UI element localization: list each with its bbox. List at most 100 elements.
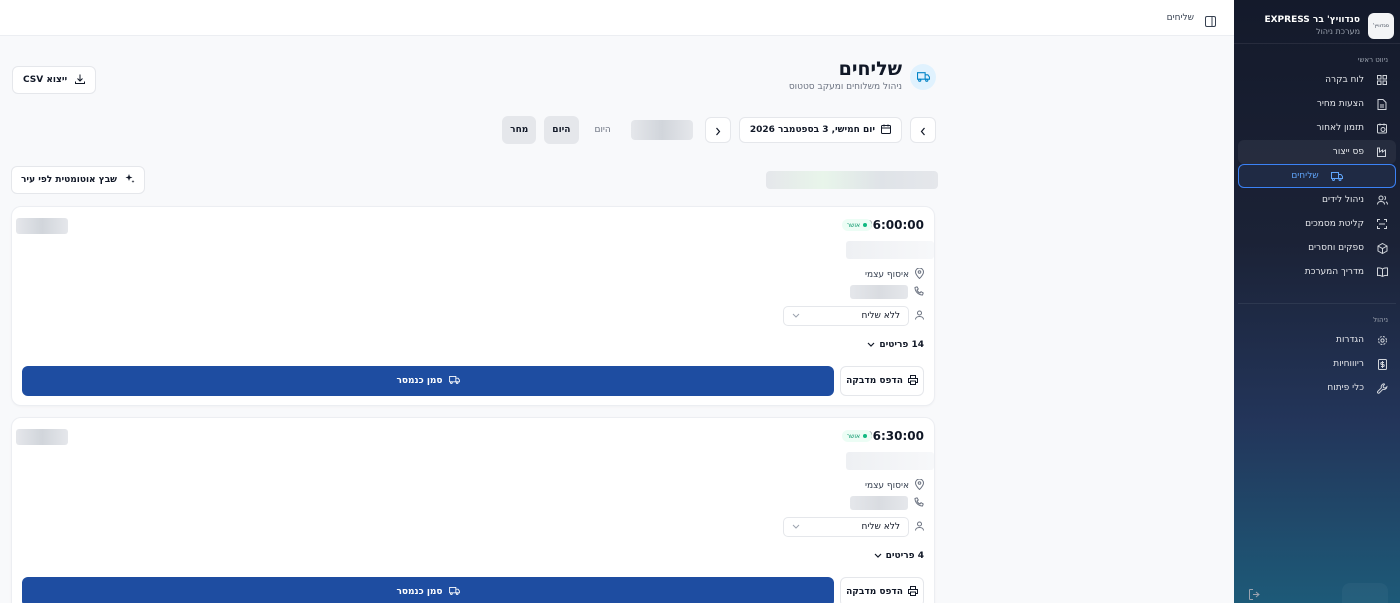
chevron-down-icon [792, 522, 800, 532]
sidebar-item-quotes[interactable]: הצעות מחיר [1238, 92, 1396, 116]
pickup-row: איסוף עצמי [865, 267, 925, 282]
print-label-button[interactable]: הדפס מדבקה [840, 366, 924, 396]
items-count: 14 פריטים [879, 340, 924, 350]
courier-value: ללא שליח [861, 522, 901, 532]
auto-assign-label: שבץ אוטומטית לפי עיר [21, 175, 118, 185]
main-content: שליחים שליחים ניהול משלוחים ומעקב סטטוס … [0, 0, 1234, 603]
items-toggle[interactable]: 14 פריטים [867, 340, 924, 350]
sidebar-item-production-line[interactable]: פס ייצור [1238, 140, 1396, 164]
print-label-text: הדפס מדבקה [846, 587, 903, 597]
breadcrumb: שליחים [1166, 12, 1194, 23]
calendar-icon [881, 124, 891, 137]
mark-delivered-text: סמן כנמסר [396, 376, 443, 386]
courier-row: ללא שליח [783, 306, 924, 326]
sparkles-icon [125, 173, 135, 187]
items-toggle[interactable]: 4 פריטים [874, 551, 924, 561]
sidebar-item-dashboard[interactable]: לוח בקרה [1238, 68, 1396, 92]
mark-delivered-button[interactable]: סמן כנמסר [22, 366, 834, 396]
sidebar-item-label: הצעות מחיר [1316, 99, 1364, 109]
date-picker-button[interactable]: יום חמישי, 3 בספטמבר 2026 [738, 117, 902, 143]
dollar-icon [1376, 358, 1388, 370]
sidebar-item-label: ספקים וחסרים [1308, 243, 1364, 253]
scan-icon [1376, 218, 1388, 230]
top-bar: שליחים [0, 0, 1234, 36]
sidebar-item-label: ניהול לידים [1322, 195, 1364, 205]
factory-icon [1376, 146, 1388, 158]
status-dot [863, 223, 867, 227]
sidebar-item-profitability[interactable]: ריוווחיות [1238, 352, 1396, 376]
redacted-customer [846, 452, 934, 470]
wrench-icon [1376, 382, 1388, 394]
map-pin-icon [914, 478, 925, 493]
next-day-button[interactable] [704, 117, 731, 143]
status-dot [863, 434, 867, 438]
chevron-left-icon [920, 121, 926, 140]
redacted-phone [850, 285, 908, 299]
courier-select[interactable]: ללא שליח [783, 306, 909, 326]
delivery-time: 06:30:00 [864, 429, 924, 443]
today-label: היום [594, 125, 611, 135]
user-icon [915, 521, 924, 534]
delivery-card: 06:00:00 אושר איסוף עצמי ללא שליח 14 פרי… [11, 206, 935, 406]
redacted-summary [766, 171, 938, 189]
sidebar-item-label: כלי פיתוח [1327, 383, 1364, 393]
nav-divider [1238, 284, 1396, 304]
sidebar-item-label: הגדרות [1336, 335, 1364, 345]
courier-select[interactable]: ללא שליח [783, 517, 909, 537]
main-nav: לוח בקרה הצעות מחיר תזמון לאחור פס ייצור… [1234, 68, 1400, 284]
sidebar-item-backward-scheduling[interactable]: תזמון לאחור [1238, 116, 1396, 140]
truck-icon [448, 586, 460, 598]
sidebar-item-label: קליטת מסמכים [1305, 219, 1364, 229]
printer-icon [907, 374, 918, 388]
sidebar-item-leads[interactable]: ניהול לידים [1238, 188, 1396, 212]
section-label-admin: ניהול [1373, 316, 1388, 324]
sidebar-item-label: תזמון לאחור [1316, 123, 1364, 133]
tomorrow-button[interactable]: מחר [502, 116, 537, 144]
redacted-value [630, 120, 693, 140]
sidebar-item-couriers[interactable]: שליחים [1238, 164, 1396, 188]
page-header: שליחים ניהול משלוחים ומעקב סטטוס ייצוא C… [12, 56, 936, 100]
logo-text: סנדוויץ' [1373, 23, 1389, 29]
mark-delivered-text: סמן כנמסר [396, 587, 443, 597]
prev-day-button[interactable] [910, 117, 936, 143]
printer-icon [907, 585, 918, 599]
sidebar-footer-bar[interactable] [1342, 583, 1388, 603]
redacted-phone [850, 496, 908, 510]
export-csv-label: ייצוא CSV [23, 75, 68, 85]
pickup-row: איסוף עצמי [865, 478, 925, 493]
admin-nav: הגדרות ריוווחיות כלי פיתוח [1234, 328, 1400, 400]
export-csv-button[interactable]: ייצוא CSV [12, 66, 97, 94]
redacted-order-id [16, 218, 68, 234]
phone-icon [914, 285, 924, 299]
courier-row: ללא שליח [783, 517, 924, 537]
print-label-button[interactable]: הדפס מדבקה [840, 577, 924, 603]
status-badge: אושר [841, 430, 872, 442]
book-icon [1376, 266, 1388, 278]
truck-icon [910, 64, 936, 90]
sidebar-item-system-guide[interactable]: מדריך המערכת [1238, 260, 1396, 284]
download-icon [75, 74, 86, 87]
auto-assign-button[interactable]: שבץ אוטומטית לפי עיר [11, 166, 146, 194]
selected-date: יום חמישי, 3 בספטמבר 2026 [749, 125, 875, 135]
phone-row [850, 496, 924, 510]
chevron-down-icon [792, 311, 800, 321]
grid-icon [1376, 74, 1388, 86]
status-text: אושר [846, 432, 860, 440]
sidebar-item-document-intake[interactable]: קליטת מסמכים [1238, 212, 1396, 236]
brand: סנדוויץ' סנדוויץ' בר EXPRESS מערכת ניהול [1234, 0, 1400, 44]
sidebar-item-dev-tools[interactable]: כלי פיתוח [1238, 376, 1396, 400]
sidebar-item-settings[interactable]: הגדרות [1238, 328, 1396, 352]
sidebar-toggle-icon[interactable] [1204, 12, 1216, 27]
date-navigation: יום חמישי, 3 בספטמבר 2026 היום היום מחר [502, 116, 936, 144]
package-icon [1376, 242, 1388, 254]
logout-icon[interactable] [1246, 585, 1260, 600]
sidebar-item-label: שליחים [1291, 171, 1319, 181]
gear-icon [1376, 334, 1388, 346]
today-button[interactable]: היום [544, 116, 579, 144]
mark-delivered-button[interactable]: סמן כנמסר [22, 577, 834, 603]
sidebar-item-suppliers[interactable]: ספקים וחסרים [1238, 236, 1396, 260]
delivery-card: 06:30:00 אושר איסוף עצמי ללא שליח 4 פריט… [11, 417, 935, 603]
truck-icon [448, 375, 460, 387]
items-count: 4 פריטים [885, 551, 924, 561]
section-label-main: ניווט ראשי [1357, 56, 1388, 64]
